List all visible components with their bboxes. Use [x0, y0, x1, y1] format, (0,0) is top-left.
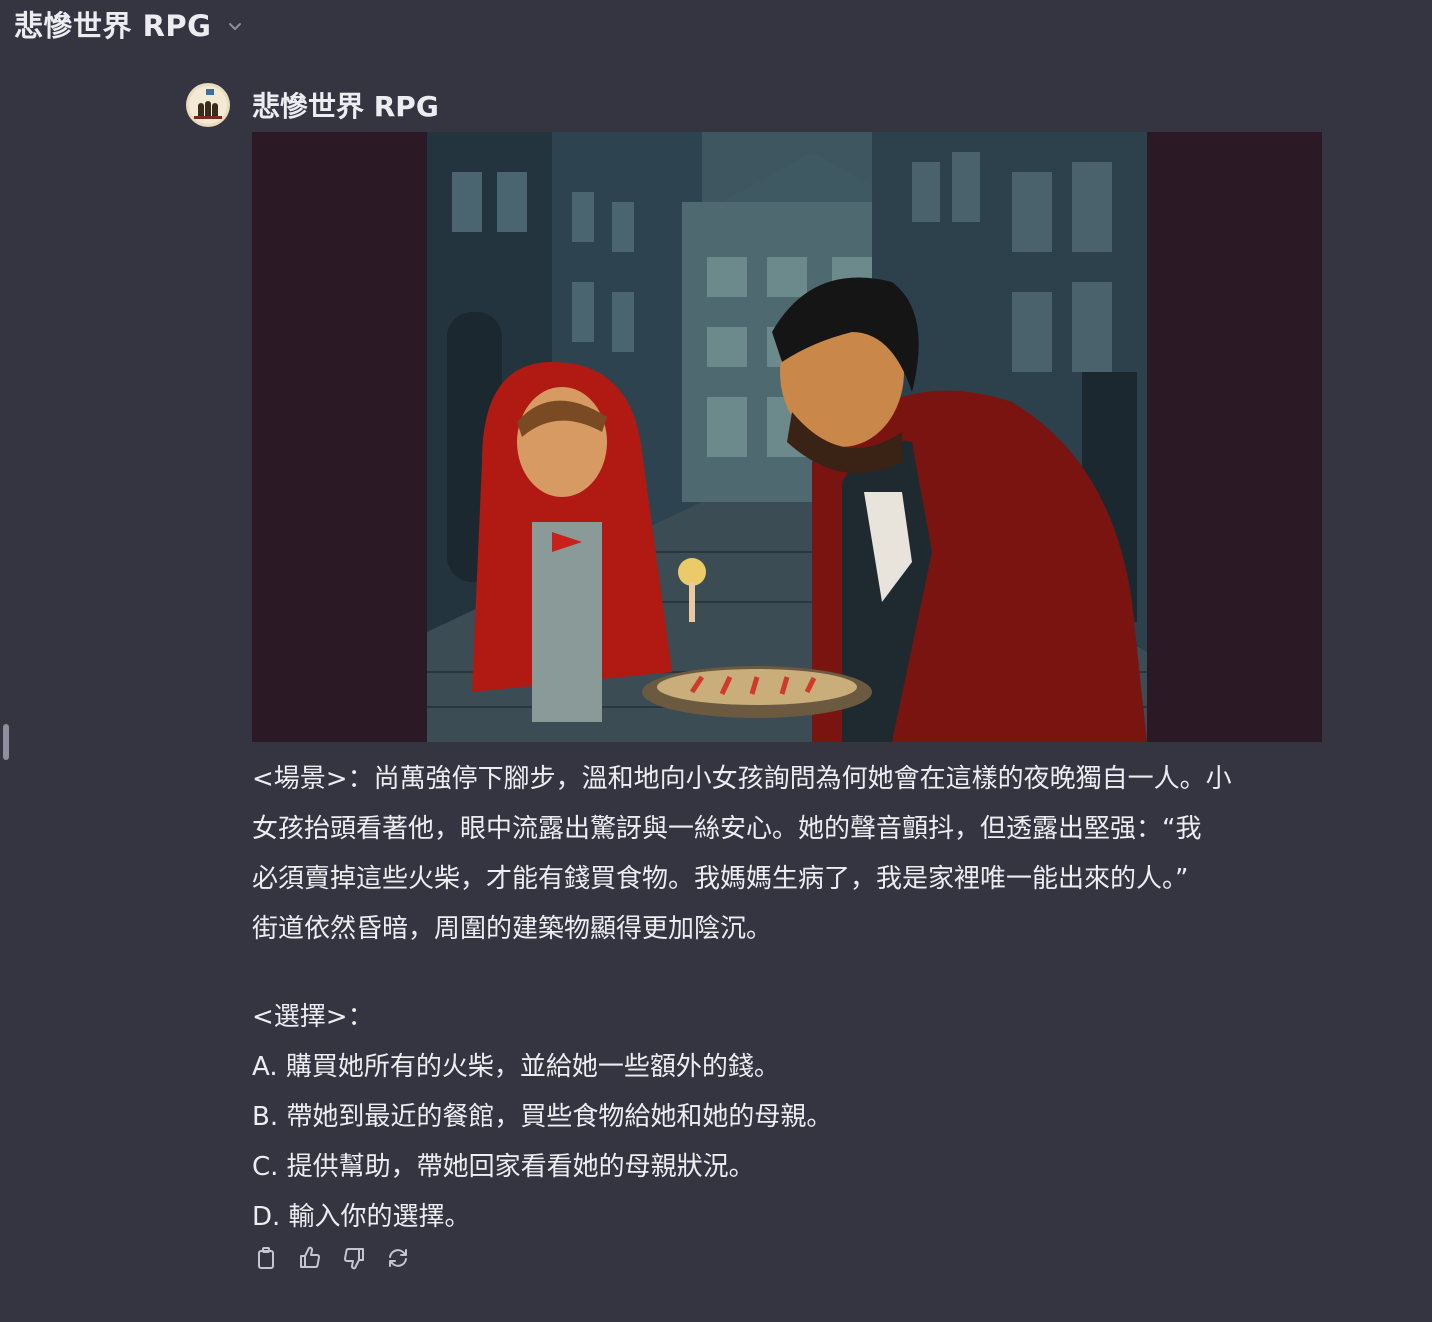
page-title: 悲慘世界 RPG — [14, 9, 212, 43]
choice-b: B. 帶她到最近的餐館，買些食物給她和她的母親。 — [252, 1102, 833, 1132]
gpt-title-dropdown[interactable]: 悲慘世界 RPG — [14, 4, 244, 44]
regenerate-icon[interactable] — [386, 1246, 410, 1270]
choice-d: D. 輸入你的選擇。 — [252, 1202, 471, 1232]
sender-name: 悲慘世界 RPG — [252, 90, 439, 123]
copy-icon[interactable] — [254, 1246, 278, 1270]
generated-image[interactable] — [252, 132, 1322, 742]
scrollbar-handle[interactable] — [3, 724, 9, 760]
scene-line: 必須賣掉這些火柴，才能有錢買食物。我媽媽生病了，我是家裡唯一能出來的人。” — [252, 864, 1189, 894]
message-text: <場景>：尚萬強停下腳步，溫和地向小女孩詢問為何她會在這樣的夜晚獨自一人。小 女… — [252, 754, 1327, 1242]
avatar — [186, 83, 230, 127]
message-actions — [254, 1246, 410, 1270]
scene-line: <場景>：尚萬強停下腳步，溫和地向小女孩詢問為何她會在這樣的夜晚獨自一人。小 — [252, 764, 1232, 794]
scene-line: 街道依然昏暗，周圍的建築物顯得更加陰沉。 — [252, 914, 773, 944]
choice-a: A. 購買她所有的火柴，並給她一些額外的錢。 — [252, 1052, 780, 1082]
thumbs-down-icon[interactable] — [342, 1246, 366, 1270]
chevron-down-icon — [226, 17, 244, 35]
choices-label: <選擇>： — [252, 1002, 374, 1032]
message-header: 悲慘世界 RPG — [186, 82, 1326, 128]
choice-c: C. 提供幫助，帶她回家看看她的母親狀況。 — [252, 1152, 755, 1182]
thumbs-up-icon[interactable] — [298, 1246, 322, 1270]
scene-line: 女孩抬頭看著他，眼中流露出驚訝與一絲安心。她的聲音顫抖，但透露出堅强：“我 — [252, 814, 1202, 844]
assistant-message: 悲慘世界 RPG <場景>：尚萬強停下腳步，溫和地向小女孩詢問為何她會在這樣的夜… — [186, 82, 1326, 1270]
